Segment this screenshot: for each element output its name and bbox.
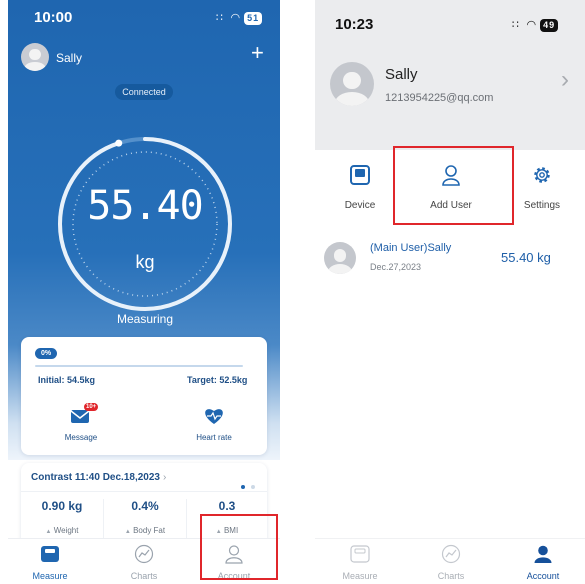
list-user-weight: 55.40 kg	[501, 250, 551, 265]
initial-weight: Initial: 54.5kg	[38, 375, 96, 385]
user-avatar[interactable]	[21, 43, 49, 71]
weight-value: 55.40	[87, 183, 203, 229]
device-icon	[350, 165, 370, 185]
target-weight: Target: 52.5kg	[187, 375, 248, 385]
status-icons: ∷ ◠ 49	[512, 18, 559, 32]
weight-unit: kg	[135, 252, 155, 272]
goal-progress-track	[35, 365, 243, 367]
metric-weight-value: 0.90 kg	[41, 499, 83, 513]
message-label: Message	[64, 433, 98, 442]
battery-icon: 51	[244, 12, 263, 25]
trend-up-icon: ▲	[45, 529, 52, 535]
tab-measure-label: Measure	[342, 571, 378, 581]
menu-settings[interactable]: Settings	[507, 164, 577, 224]
user-name[interactable]: Sally	[56, 51, 82, 65]
metric-weight-label: ▲ Weight	[45, 526, 79, 535]
list-user-avatar	[324, 242, 356, 274]
tab-charts[interactable]: Charts	[104, 539, 184, 584]
contrast-title-text: Contrast 11:40 Dec.18,2023	[31, 472, 160, 483]
tab-bar: Measure Charts Account	[315, 538, 585, 584]
goal-percent-badge: 0%	[35, 348, 57, 359]
menu-settings-label: Settings	[523, 200, 561, 211]
battery-icon: 49	[540, 19, 559, 32]
trend-up-icon: ▲	[124, 529, 131, 535]
connection-status-badge: Connected	[115, 84, 173, 100]
tab-charts[interactable]: Charts	[411, 539, 491, 584]
tab-measure[interactable]: Measure	[320, 539, 400, 584]
list-user-name: (Main User)Sally	[370, 242, 452, 254]
tab-account-label: Account	[526, 571, 560, 581]
contrast-chevron-icon: ›	[162, 472, 167, 483]
scale-icon	[350, 545, 370, 563]
metric-weight: 0.90 kg ▲ Weight	[21, 499, 103, 535]
list-user-date: Dec.27,2023	[370, 262, 422, 272]
profile-row[interactable]: Sally 1213954225@qq.com ›	[315, 56, 585, 126]
user-list-item[interactable]: (Main User)Sally Dec.27,2023 55.40 kg	[315, 234, 585, 282]
scale-icon	[41, 546, 59, 562]
tab-measure[interactable]: Measure	[10, 539, 90, 584]
tab-charts-label: Charts	[130, 571, 158, 581]
chart-icon	[441, 544, 461, 564]
metric-body-fat: 0.4% ▲ Body Fat	[104, 499, 186, 535]
heart-pulse-icon	[205, 409, 223, 424]
heart-rate-shortcut[interactable]: Heart rate	[189, 407, 239, 451]
profile-avatar	[330, 62, 374, 106]
menu-device-label: Device	[344, 200, 376, 211]
metric-body-fat-label: ▲ Body Fat	[124, 526, 166, 535]
tab-measure-label: Measure	[32, 571, 68, 581]
measure-screen: 10:00 ∷ ◠ 51 Sally + Connected 55.40 kg M…	[8, 0, 280, 584]
measuring-status: Measuring	[116, 312, 174, 326]
plus-icon[interactable]: +	[251, 42, 269, 64]
gear-icon	[534, 167, 550, 183]
chart-icon	[134, 544, 154, 564]
message-shortcut[interactable]: 10+ Message	[59, 403, 103, 451]
chevron-right-icon: ›	[561, 66, 569, 93]
status-icons: ∷ ◠ 51	[216, 11, 263, 25]
highlight-account-tab	[200, 514, 278, 580]
status-time: 10:00	[34, 9, 73, 26]
user-icon	[534, 545, 552, 563]
status-time: 10:23	[335, 16, 374, 33]
signal-wifi-icon: ∷ ◠	[216, 12, 242, 24]
profile-name: Sally	[385, 66, 418, 83]
tab-charts-label: Charts	[437, 571, 465, 581]
contrast-title[interactable]: Contrast 11:40 Dec.18,2023 ›	[31, 472, 166, 483]
metric-body-fat-value: 0.4%	[131, 499, 159, 513]
heart-rate-label: Heart rate	[196, 433, 232, 442]
message-badge: 10+	[84, 403, 99, 411]
signal-wifi-icon: ∷ ◠	[512, 19, 538, 31]
tab-account[interactable]: Account	[503, 539, 583, 584]
goal-card: 0% Initial: 54.5kg Target: 52.5kg 10+ Me…	[21, 337, 267, 455]
profile-email: 1213954225@qq.com	[385, 92, 494, 104]
menu-device[interactable]: Device	[325, 164, 395, 224]
highlight-add-user	[393, 146, 514, 225]
metric-bmi-value: 0.3	[218, 499, 236, 513]
account-screen: 10:23 ∷ ◠ 49 Sally 1213954225@qq.com › De…	[315, 0, 585, 584]
